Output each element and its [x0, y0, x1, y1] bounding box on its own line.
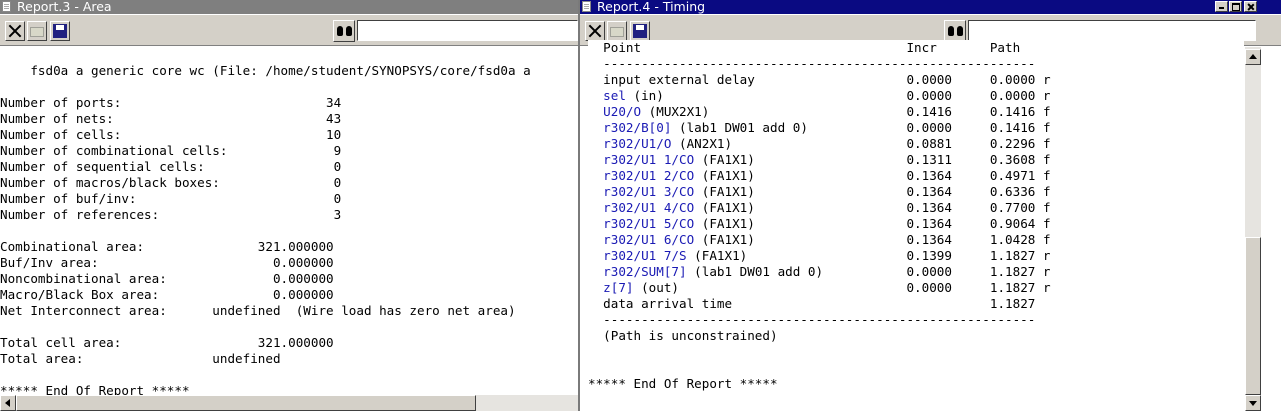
point-name[interactable]: r302/U1 4/CO — [603, 200, 694, 215]
point-name[interactable]: r302/U1 3/CO — [603, 184, 694, 199]
report-line: Total area: undefined — [0, 351, 281, 366]
report-text-area[interactable]: fsd0a a generic core wc (File: /home/stu… — [0, 47, 578, 395]
report-line: Number of nets: 43 — [0, 111, 342, 126]
timing-row: r302/U1 5/CO (FA1X1) 0.1364 0.9064 f — [603, 216, 1051, 231]
binoculars-icon — [948, 26, 963, 36]
report-line: Number of references: 3 — [0, 207, 342, 222]
point-name: input external delay — [603, 72, 755, 87]
timing-row: r302/U1 2/CO (FA1X1) 0.1364 0.4971 f — [603, 168, 1051, 183]
report-line: Total cell area: 321.000000 — [0, 335, 334, 350]
report-line: fsd0a a generic core wc (File: /home/stu… — [0, 63, 531, 78]
report-line: Number of combinational cells: 9 — [0, 143, 342, 158]
timing-row: r302/B[0] (lab1 DW01 add 0) 0.0000 0.141… — [603, 120, 1051, 135]
scroll-left-icon[interactable] — [0, 395, 16, 411]
timing-report-text: Point Incr Path ------------------------… — [588, 40, 1244, 392]
window-title: Report.4 - Timing — [597, 0, 706, 14]
unconstrained-note: (Path is unconstrained) — [588, 328, 778, 343]
report-text-area[interactable]: Point Incr Path ------------------------… — [588, 40, 1244, 411]
horizontal-scrollbar[interactable] — [0, 395, 578, 411]
area-report-window: Report.3 - Area fsd0a a generic core wc … — [0, 0, 578, 411]
end-of-report: ***** End Of Report ***** — [588, 376, 778, 391]
find-button[interactable] — [944, 20, 966, 42]
search-input[interactable] — [968, 20, 1256, 41]
timing-row: r302/U1/O (AN2X1) 0.0881 0.2296 f — [603, 136, 1051, 151]
find-button[interactable] — [333, 20, 355, 42]
binoculars-icon — [337, 26, 352, 36]
timing-row: r302/U1 6/CO (FA1X1) 0.1364 1.0428 f — [603, 232, 1051, 247]
point-name[interactable]: z[7] — [603, 280, 633, 295]
minimize-icon[interactable] — [1215, 1, 1228, 12]
title-bar[interactable]: Report.4 - Timing — [580, 0, 1281, 14]
report-line: Noncombinational area: 0.000000 — [0, 271, 334, 286]
point-name[interactable]: r302/U1 1/CO — [603, 152, 694, 167]
point-name[interactable]: r302/U1 2/CO — [603, 168, 694, 183]
timing-row: r302/U1 3/CO (FA1X1) 0.1364 0.6336 f — [603, 184, 1051, 199]
timing-row: r302/U1 1/CO (FA1X1) 0.1311 0.3608 f — [603, 152, 1051, 167]
point-name[interactable]: r302/SUM[7] — [603, 264, 686, 279]
document-icon — [582, 1, 591, 12]
timing-row: r302/SUM[7] (lab1 DW01 add 0) 0.0000 1.1… — [603, 264, 1051, 279]
report-line: Net Interconnect area: undefined (Wire l… — [0, 303, 516, 318]
scroll-thumb[interactable] — [1245, 237, 1261, 395]
area-report-text: fsd0a a generic core wc (File: /home/stu… — [0, 47, 578, 395]
report-line: Number of ports: 34 — [0, 95, 342, 110]
timing-row: r302/U1 4/CO (FA1X1) 0.1364 0.7700 f — [603, 200, 1051, 215]
document-icon — [2, 1, 11, 12]
scroll-up-icon[interactable] — [1245, 49, 1261, 65]
point-name[interactable]: r302/U1 6/CO — [603, 232, 694, 247]
scroll-down-icon[interactable] — [1245, 395, 1261, 411]
report-line: Number of macros/black boxes: 0 — [0, 175, 342, 190]
report-line: Number of sequential cells: 0 — [0, 159, 342, 174]
save-icon[interactable] — [50, 21, 70, 41]
timing-row: input external delay 0.0000 0.0000 r — [603, 72, 1051, 87]
report-line: ***** End Of Report ***** — [0, 383, 190, 395]
close-report-icon[interactable] — [5, 21, 25, 41]
vertical-scrollbar[interactable] — [1245, 47, 1261, 411]
separator-line: ----------------------------------------… — [588, 312, 1036, 327]
scroll-thumb[interactable] — [16, 395, 476, 411]
close-icon[interactable] — [1244, 1, 1257, 12]
point-name: data arrival time — [603, 296, 733, 311]
separator-line: ----------------------------------------… — [588, 56, 1036, 71]
column-header: Point Incr Path — [588, 40, 1021, 55]
timing-row: data arrival time 1.1827 — [603, 296, 1036, 311]
timing-row: U20/O (MUX2X1) 0.1416 0.1416 f — [603, 104, 1051, 119]
window-title: Report.3 - Area — [17, 0, 112, 14]
report-line: Buf/Inv area: 0.000000 — [0, 255, 334, 270]
point-name[interactable]: r302/U1 7/S — [603, 248, 686, 263]
timing-row: sel (in) 0.0000 0.0000 r — [603, 88, 1051, 103]
toolbar — [0, 15, 578, 46]
timing-row: r302/U1 7/S (FA1X1) 0.1399 1.1827 r — [603, 248, 1051, 263]
point-name[interactable]: r302/U1/O — [603, 136, 671, 151]
save-icon[interactable] — [630, 21, 650, 41]
point-name[interactable]: sel — [603, 88, 626, 103]
title-bar[interactable]: Report.3 - Area — [0, 0, 578, 14]
timing-report-window: Report.4 - Timing Point Incr Path ------… — [580, 0, 1281, 411]
report-line: Number of cells: 10 — [0, 127, 342, 142]
maximize-icon[interactable] — [1229, 1, 1242, 12]
point-name[interactable]: U20/O — [603, 104, 641, 119]
point-name[interactable]: r302/B[0] — [603, 120, 671, 135]
report-line: Number of buf/inv: 0 — [0, 191, 342, 206]
report-line: Macro/Black Box area: 0.000000 — [0, 287, 334, 302]
point-name[interactable]: r302/U1 5/CO — [603, 216, 694, 231]
close-report-icon[interactable] — [585, 21, 605, 41]
report-line: Combinational area: 321.000000 — [0, 239, 334, 254]
open-folder-icon[interactable] — [27, 21, 47, 41]
search-input[interactable] — [357, 20, 578, 41]
open-folder-icon[interactable] — [607, 21, 627, 41]
timing-row: z[7] (out) 0.0000 1.1827 r — [603, 280, 1051, 295]
